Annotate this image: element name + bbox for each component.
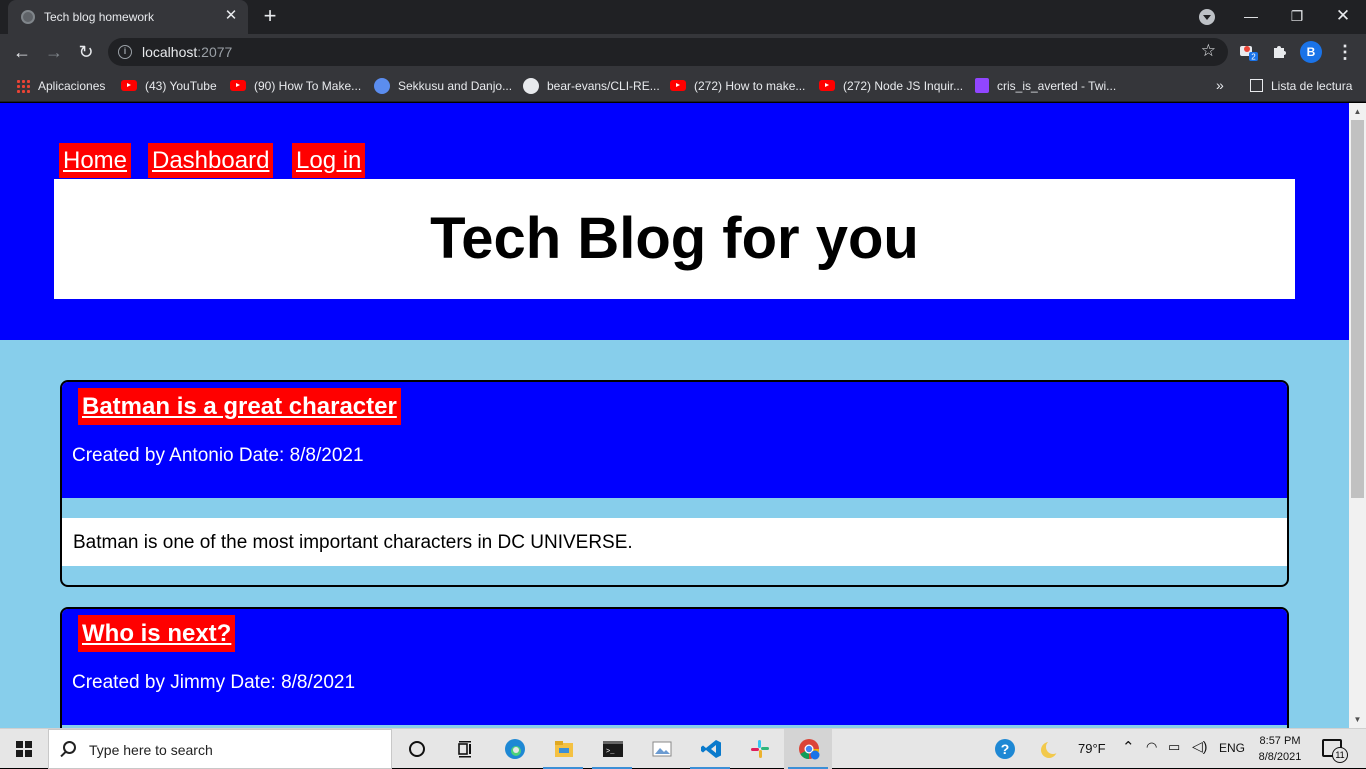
restore-button[interactable]: ❐ — [1274, 0, 1320, 34]
cortana-icon[interactable] — [392, 729, 440, 769]
clock-date: 8/8/2021 — [1258, 751, 1302, 763]
bookmark-item[interactable]: (272) Node JS Inquir... — [819, 77, 963, 95]
close-window-button[interactable]: ✕ — [1320, 0, 1366, 34]
photos-icon[interactable] — [637, 729, 685, 769]
scroll-down-icon[interactable]: ▼ — [1349, 711, 1366, 728]
extension-icon[interactable]: 2 — [1238, 42, 1258, 62]
address-bar[interactable]: i localhost:2077 ☆ — [108, 38, 1228, 66]
post-header: Batman is a great character Created by A… — [62, 382, 1287, 498]
post-meta: Created by Antonio Date: 8/8/2021 — [72, 445, 364, 466]
weather-moon-icon[interactable] — [1034, 729, 1064, 769]
bookmark-item[interactable]: bear-evans/CLI-RE... — [523, 77, 660, 95]
site-header: Home Dashboard Log in Tech Blog for you — [0, 103, 1349, 340]
youtube-icon — [121, 80, 137, 92]
vscode-icon[interactable] — [686, 729, 734, 769]
page-scrollbar[interactable]: ▲ ▼ — [1349, 103, 1366, 728]
nav-home-link[interactable]: Home — [59, 143, 132, 178]
svg-text:2: 2 — [1251, 53, 1256, 62]
search-placeholder: Type here to search — [89, 742, 213, 758]
info-icon[interactable]: i — [118, 45, 132, 59]
site-icon — [374, 77, 390, 94]
github-icon — [523, 77, 539, 94]
taskbar-clock[interactable]: 8:57 PM 8/8/2021 — [1252, 733, 1308, 765]
tab-search-icon[interactable] — [1199, 9, 1215, 25]
slack-icon[interactable] — [735, 729, 783, 769]
minimize-button[interactable]: — — [1228, 0, 1274, 34]
post-card: Who is next? Created by Jimmy Date: 8/8/… — [60, 607, 1289, 728]
svg-text:?: ? — [1001, 741, 1010, 757]
browser-tab[interactable]: Tech blog homework ✕ — [8, 0, 248, 34]
post-content: Batman is one of the most important char… — [73, 532, 633, 553]
reload-icon[interactable]: ↻ — [74, 40, 98, 64]
browser-titlebar: Tech blog homework ✕ + — ❐ ✕ — [0, 0, 1366, 34]
bookmark-item[interactable]: (90) How To Make... — [230, 77, 361, 95]
file-explorer-icon[interactable] — [539, 729, 587, 769]
scrollbar-thumb[interactable] — [1351, 120, 1364, 498]
browser-toolbar: ← → ↻ i localhost:2077 ☆ 2 B ⋮ — [0, 34, 1366, 70]
bookmarks-bar: Aplicaciones (43) YouTube (90) How To Ma… — [0, 70, 1366, 102]
youtube-icon — [670, 80, 686, 92]
bookmark-star-icon[interactable]: ☆ — [1201, 41, 1216, 61]
start-button[interactable] — [0, 729, 48, 769]
chrome-icon[interactable] — [784, 729, 832, 769]
edge-icon[interactable] — [490, 729, 538, 769]
battery-icon[interactable]: ▭ — [1168, 739, 1180, 755]
site-title: Tech Blog for you — [430, 206, 919, 271]
site-banner: Tech Blog for you — [54, 179, 1295, 299]
clock-time: 8:57 PM — [1259, 735, 1301, 747]
search-icon — [63, 741, 76, 754]
language-indicator[interactable]: ENG — [1219, 741, 1245, 755]
forward-icon[interactable]: → — [42, 40, 66, 64]
notification-count: 11 — [1332, 747, 1348, 763]
more-bookmarks-icon[interactable]: » — [1216, 77, 1224, 93]
browser-menu-icon[interactable]: ⋮ — [1336, 40, 1354, 64]
puzzle-extensions-icon[interactable] — [1270, 42, 1290, 62]
close-tab-icon[interactable]: ✕ — [222, 7, 240, 25]
svg-text:>_: >_ — [606, 748, 615, 756]
task-view-icon[interactable] — [440, 729, 488, 769]
help-icon[interactable]: ? — [980, 729, 1028, 769]
profile-avatar[interactable]: B — [1300, 41, 1322, 63]
tray-chevron-icon[interactable]: ⌃ — [1122, 738, 1135, 756]
post-card: Batman is a great character Created by A… — [60, 380, 1289, 587]
post-header: Who is next? Created by Jimmy Date: 8/8/… — [62, 609, 1287, 725]
post-body: Batman is one of the most important char… — [62, 518, 1287, 566]
nav-login-link[interactable]: Log in — [292, 143, 366, 178]
apps-icon — [16, 78, 30, 93]
twitch-icon — [975, 78, 989, 94]
scroll-up-icon[interactable]: ▲ — [1349, 103, 1366, 120]
network-icon[interactable]: ◠ — [1146, 739, 1157, 755]
youtube-icon — [230, 80, 246, 92]
volume-icon[interactable]: ◁) — [1192, 738, 1207, 755]
taskbar-search-box[interactable]: Type here to search — [48, 729, 392, 769]
bookmark-item[interactable]: (272) How to make... — [670, 77, 805, 95]
terminal-icon[interactable]: >_ — [588, 729, 636, 769]
url-text[interactable]: localhost:2077 — [142, 44, 232, 60]
notification-center-icon[interactable]: 11 — [1322, 739, 1348, 763]
reading-list-button[interactable]: Lista de lectura — [1250, 77, 1352, 95]
reading-list-icon — [1250, 79, 1263, 93]
new-tab-button[interactable]: + — [258, 5, 282, 29]
bookmark-item[interactable]: Sekkusu and Danjo... — [374, 77, 512, 95]
nav-dashboard-link[interactable]: Dashboard — [148, 143, 274, 178]
tab-title: Tech blog homework — [44, 10, 155, 24]
globe-icon — [21, 10, 35, 24]
bookmark-apps[interactable]: Aplicaciones — [16, 77, 105, 95]
weather-temp[interactable]: 79°F — [1078, 741, 1106, 756]
back-icon[interactable]: ← — [10, 40, 34, 64]
post-title-link[interactable]: Batman is a great character — [78, 388, 401, 425]
bookmark-item[interactable]: (43) YouTube — [121, 77, 217, 95]
bookmark-item[interactable]: cris_is_averted - Twi... — [975, 77, 1116, 95]
windows-logo-icon — [16, 741, 32, 757]
youtube-icon — [819, 80, 835, 92]
post-meta: Created by Jimmy Date: 8/8/2021 — [72, 672, 356, 693]
post-title-link[interactable]: Who is next? — [78, 615, 236, 652]
page-viewport: Home Dashboard Log in Tech Blog for you … — [0, 103, 1349, 728]
windows-taskbar: Type here to search >_ ? 79°F ⌃ ◠ ▭ ◁) E… — [0, 728, 1366, 769]
